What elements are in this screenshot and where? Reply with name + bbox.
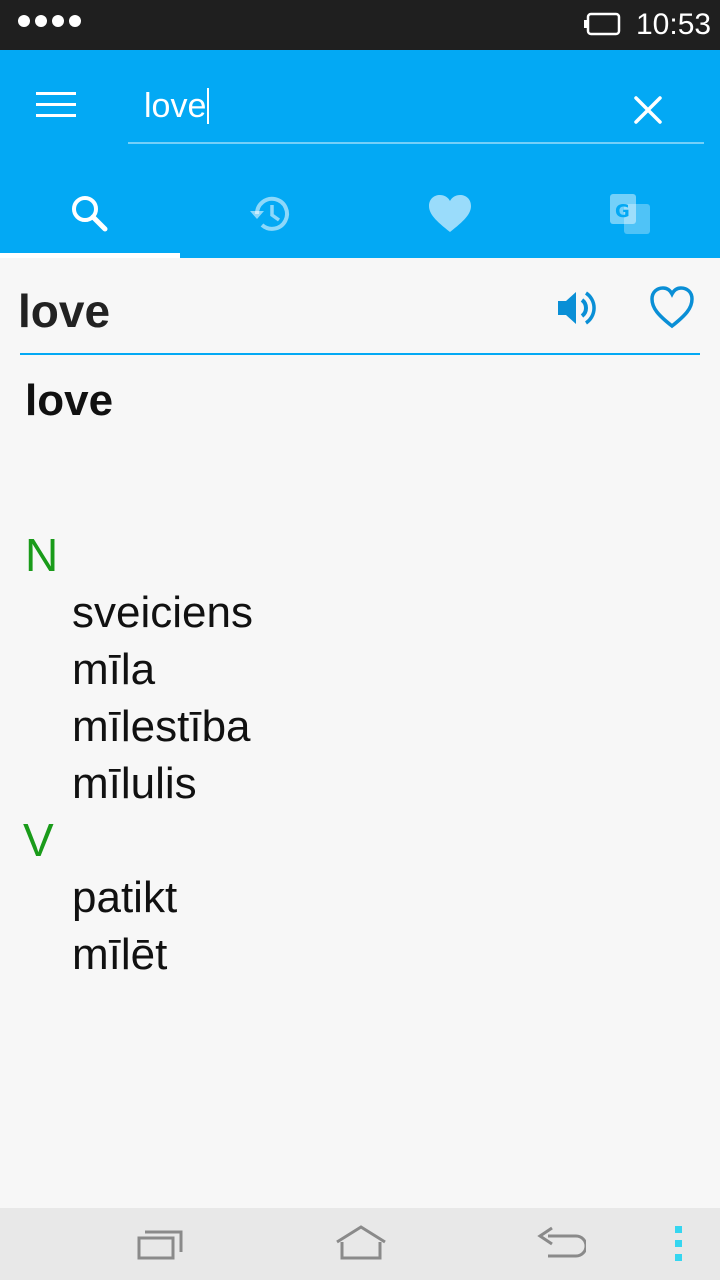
close-icon[interactable] [628, 90, 668, 130]
search-icon [72, 196, 108, 232]
recent-apps-icon[interactable] [136, 1222, 186, 1266]
tab-favorites[interactable] [360, 170, 540, 258]
speaker-icon[interactable] [552, 284, 600, 332]
tab-search[interactable] [0, 170, 180, 258]
home-icon[interactable] [334, 1222, 388, 1266]
divider [20, 353, 700, 355]
entry-title: love [25, 376, 114, 425]
back-icon[interactable] [536, 1222, 586, 1266]
favorite-heart-icon[interactable] [648, 284, 696, 332]
search-query: love [144, 87, 207, 125]
translate-icon: G [610, 194, 650, 234]
entry-headword: love [18, 285, 111, 337]
translation-item: mīlestība [72, 702, 251, 751]
translation-item: patikt [72, 873, 178, 922]
signal-icon [18, 15, 81, 27]
dictionary-entry: love love N sveiciens mīla mīlestība mīl… [0, 258, 720, 1208]
tab-history[interactable] [180, 170, 360, 258]
translation-item: mīla [72, 645, 156, 694]
svg-text:G: G [615, 201, 630, 222]
system-nav-bar [0, 1208, 720, 1280]
tab-translate[interactable]: G [540, 170, 720, 258]
pos-label-noun: N [25, 529, 59, 581]
menu-icon[interactable] [36, 90, 76, 120]
status-bar: 10:53 [0, 0, 720, 50]
translation-item: sveiciens [72, 588, 253, 637]
text-caret [207, 88, 210, 124]
search-bar: love [128, 70, 704, 144]
heart-icon [429, 195, 471, 232]
battery-icon [584, 12, 621, 36]
search-input[interactable]: love [144, 84, 604, 128]
tab-bar: G [0, 170, 720, 258]
overflow-menu-icon[interactable] [672, 1222, 686, 1266]
status-time: 10:53 [636, 8, 712, 41]
app-bar: love G [0, 50, 720, 258]
translation-item: mīlulis [72, 759, 197, 808]
pos-label-verb: V [23, 814, 54, 866]
history-icon [250, 196, 289, 231]
translation-item: mīlēt [72, 930, 168, 979]
